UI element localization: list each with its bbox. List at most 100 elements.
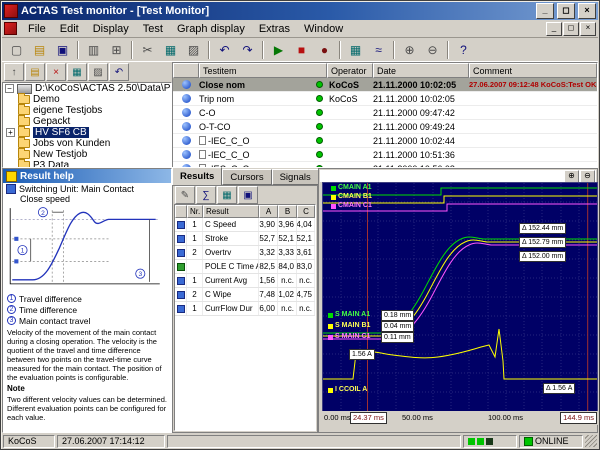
tree-item-eigene-testjobs[interactable]: eigene Testjobs: [3, 105, 171, 116]
cut-button[interactable]: ✂: [136, 39, 159, 61]
result-row[interactable]: 1Current Avg 1,56n.c.n.c.: [175, 274, 315, 288]
tab-cursors[interactable]: Cursors: [222, 169, 271, 185]
testitem-row[interactable]: C-O 21.11.2000 09:47:42: [173, 106, 597, 120]
cursor1-readout[interactable]: 24.37 ms: [350, 412, 387, 424]
header-testitem[interactable]: Testitem: [199, 63, 327, 78]
results-toolbar: ✎ ∑ ▦ ▣: [173, 186, 317, 204]
cursor2-readout[interactable]: 144.9 ms: [560, 412, 597, 424]
start-test-button[interactable]: ▶: [267, 39, 290, 61]
legend-ccoil-a[interactable]: I CCOIL A: [328, 386, 367, 394]
close-button[interactable]: ×: [578, 3, 596, 19]
zoom-out-button[interactable]: ⊖: [421, 39, 444, 61]
undo-button[interactable]: ↶: [213, 39, 236, 61]
header-a[interactable]: A: [259, 205, 278, 218]
menu-window[interactable]: Window: [297, 21, 350, 37]
graph-plot[interactable]: CMAIN A1 CMAIN B1 CMAIN C1 S MAIN A1 0.1…: [322, 182, 598, 412]
paste-button[interactable]: ▨: [182, 39, 205, 61]
new-document-button[interactable]: ▢: [5, 39, 28, 61]
save-button[interactable]: ▣: [51, 39, 74, 61]
menu-display[interactable]: Display: [86, 21, 136, 37]
result-row[interactable]: 2C Wipe 47,4841,0244,75: [175, 288, 315, 302]
help-button[interactable]: ?: [452, 39, 475, 61]
legend-smain-a1[interactable]: S MAIN A1: [328, 311, 370, 319]
tree-item-hv-sf6-cb[interactable]: +HV SF6 CB: [3, 127, 171, 138]
open-folder-button[interactable]: ▤: [28, 39, 51, 61]
copy-button[interactable]: ▦: [67, 63, 87, 81]
tree-item-p3-data[interactable]: P3 Data: [3, 160, 171, 168]
graph-view-button[interactable]: ≈: [367, 39, 390, 61]
result-row[interactable]: POLE C Time Avg 82,584,083,0: [175, 260, 315, 274]
header-b[interactable]: B: [278, 205, 297, 218]
menu-file[interactable]: File: [21, 21, 53, 37]
print-preview-button[interactable]: ⊞: [105, 39, 128, 61]
header-c[interactable]: C: [297, 205, 315, 218]
print-button[interactable]: ▥: [82, 39, 105, 61]
tree-item-gepackt[interactable]: Gepackt: [3, 116, 171, 127]
expand-icon[interactable]: +: [6, 128, 15, 137]
header-icon-column[interactable]: [173, 63, 199, 78]
online-label: ONLINE: [535, 436, 569, 446]
graph-zoom-out-button[interactable]: ⊖: [580, 170, 595, 183]
tab-results[interactable]: Results: [172, 167, 222, 185]
redo-button[interactable]: ↷: [236, 39, 259, 61]
tree-item-demo[interactable]: Demo: [3, 94, 171, 105]
status-spacer: [167, 435, 461, 448]
legend-smain-b1[interactable]: S MAIN B1: [328, 322, 370, 330]
restore-button[interactable]: ◻: [557, 3, 575, 19]
legend-cmain-c1[interactable]: CMAIN C1: [331, 202, 372, 210]
result-row[interactable]: 1CurrFlow Dur 76,00n.c.n.c.: [175, 302, 315, 316]
save-results-button[interactable]: ▣: [238, 186, 258, 204]
header-comment[interactable]: Comment: [469, 63, 597, 78]
stop-test-button[interactable]: ■: [290, 39, 313, 61]
menu-graph-display[interactable]: Graph display: [170, 21, 252, 37]
refresh-button[interactable]: ↶: [109, 63, 129, 81]
table-view-button[interactable]: ▦: [344, 39, 367, 61]
collapse-icon[interactable]: −: [5, 84, 14, 93]
tree-item-new-testjob[interactable]: New Testjob: [3, 149, 171, 160]
menu-edit[interactable]: Edit: [53, 21, 86, 37]
testitem-row[interactable]: O-T-CO 21.11.2000 09:49:24: [173, 120, 597, 134]
legend-cmain-b1[interactable]: CMAIN B1: [331, 193, 372, 201]
header-date[interactable]: Date: [373, 63, 469, 78]
zoom-in-button[interactable]: ⊕: [398, 39, 421, 61]
resize-grip[interactable]: [585, 435, 597, 447]
graph-zoom-in-button[interactable]: ⊕: [564, 170, 579, 183]
tree-root[interactable]: − D:\KoCoS\ACTAS 2.50\Data\Plants\: [3, 83, 171, 94]
header-result[interactable]: Result: [203, 205, 259, 218]
child-minimize-button[interactable]: _: [546, 22, 562, 36]
status-ok-dot: [316, 137, 323, 144]
legend-smain-c1[interactable]: S MAIN C1: [328, 333, 370, 341]
new-folder-button[interactable]: ▤: [25, 63, 45, 81]
testitem-name: Close nom: [199, 80, 311, 90]
testitem-row[interactable]: Trip nom KoCoS 21.11.2000 10:02:05: [173, 92, 597, 106]
child-restore-button[interactable]: ◻: [563, 22, 579, 36]
header-row-icon[interactable]: [175, 205, 187, 218]
grid-button[interactable]: ▦: [217, 186, 237, 204]
folder-up-button[interactable]: ↑: [4, 63, 24, 81]
menu-extras[interactable]: Extras: [252, 21, 297, 37]
result-row[interactable]: 2Overtrv 3,323,333,61: [175, 246, 315, 260]
copy-button[interactable]: ▦: [159, 39, 182, 61]
mdi-child-icon[interactable]: [4, 22, 17, 35]
minimize-button[interactable]: _: [536, 3, 554, 19]
delete-button[interactable]: ×: [46, 63, 66, 81]
edit-button[interactable]: ✎: [175, 186, 195, 204]
testitem-row[interactable]: Close nom KoCoS 21.11.2000 10:02:05 27.0…: [173, 78, 597, 92]
tree-item-jobs-von-kunden[interactable]: Jobs von Kunden: [3, 138, 171, 149]
header-operator[interactable]: Operator: [327, 63, 373, 78]
sum-button[interactable]: ∑: [196, 186, 216, 204]
header-nr[interactable]: Nr.: [187, 205, 203, 218]
result-row[interactable]: 1Stroke 152,7152,1152,1: [175, 232, 315, 246]
result-row[interactable]: 1C Speed 3,903,964,04: [175, 218, 315, 232]
tab-signals[interactable]: Signals: [272, 169, 319, 185]
signal-color-chip: [328, 335, 333, 340]
record-button[interactable]: ●: [313, 39, 336, 61]
svg-text:3: 3: [138, 271, 142, 278]
child-close-button[interactable]: ×: [580, 22, 596, 36]
menu-test[interactable]: Test: [136, 21, 170, 37]
testitem-row[interactable]: -IEC_C_O 21.11.2000 10:51:36: [173, 148, 597, 162]
testitem-date: 21.11.2000 10:02:05: [373, 94, 469, 104]
testitem-row[interactable]: -IEC_C_O 21.11.2000 10:02:44: [173, 134, 597, 148]
legend-cmain-a1[interactable]: CMAIN A1: [331, 184, 372, 192]
paste-button[interactable]: ▨: [88, 63, 108, 81]
